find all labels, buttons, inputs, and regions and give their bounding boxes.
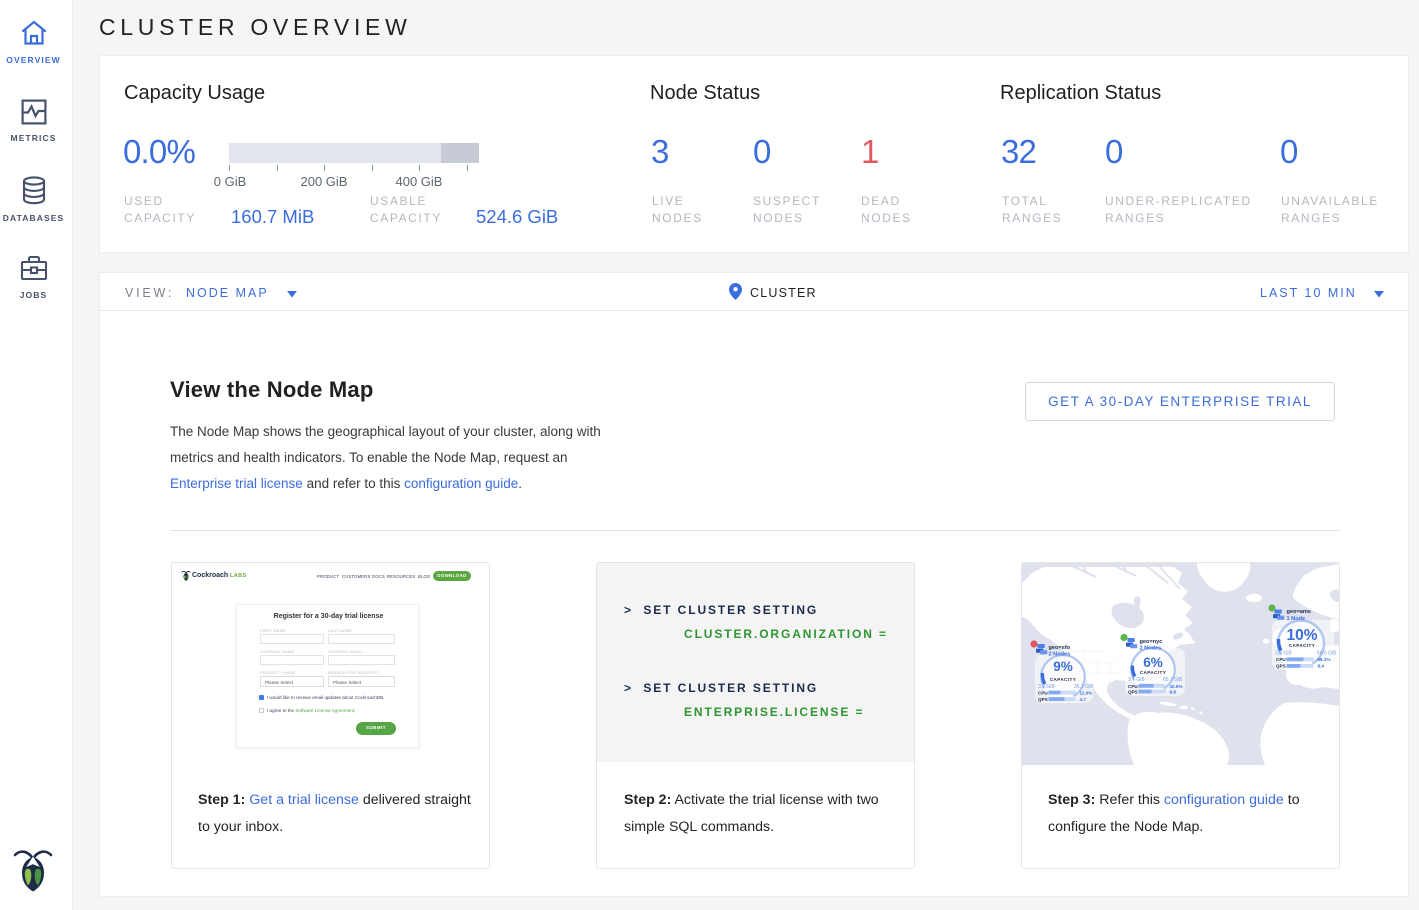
svg-text:3.6 GiB: 3.6 GiB: [1275, 651, 1292, 657]
svg-text:QPS: QPS: [1038, 697, 1048, 702]
svg-text:4.7: 4.7: [1080, 697, 1087, 702]
svg-text:3.7 GiB: 3.7 GiB: [1128, 677, 1145, 683]
svg-text:2 Nodes: 2 Nodes: [1049, 652, 1071, 658]
svg-text:56.6 GiB: 56.6 GiB: [1317, 651, 1337, 657]
svg-text:3.2 GiB: 3.2 GiB: [1038, 684, 1055, 690]
svg-text:CAPACITY: CAPACITY: [1289, 643, 1315, 648]
svg-text:CAPACITY: CAPACITY: [1050, 677, 1076, 682]
svg-text:1 Node: 1 Node: [1287, 616, 1306, 622]
svg-text:35.1 GiB: 35.1 GiB: [1074, 684, 1094, 690]
svg-text:9%: 9%: [1053, 659, 1073, 674]
svg-text:QPS: QPS: [1276, 664, 1286, 669]
svg-text:65.7 GiB: 65.7 GiB: [1163, 677, 1183, 683]
svg-text:8.8: 8.8: [1170, 690, 1177, 695]
svg-text:geo=nyc: geo=nyc: [1140, 639, 1163, 645]
svg-text:CPU: CPU: [1128, 684, 1138, 689]
svg-text:6%: 6%: [1143, 655, 1163, 670]
svg-text:geo=sfo: geo=sfo: [1049, 645, 1071, 651]
svg-text:QPS: QPS: [1128, 690, 1138, 695]
svg-text:CAPACITY: CAPACITY: [1140, 670, 1166, 675]
svg-text:8.4: 8.4: [1318, 664, 1325, 669]
svg-text:11.0%: 11.0%: [1080, 691, 1093, 696]
svg-text:58.3%: 58.3%: [1318, 657, 1331, 662]
svg-text:CPU: CPU: [1038, 691, 1048, 696]
svg-text:CPU: CPU: [1276, 657, 1286, 662]
svg-text:10%: 10%: [1286, 627, 1317, 644]
svg-text:2 Nodes: 2 Nodes: [1140, 646, 1162, 652]
svg-text:geo=ams: geo=ams: [1287, 609, 1311, 615]
svg-text:42.5%: 42.5%: [1170, 684, 1183, 689]
